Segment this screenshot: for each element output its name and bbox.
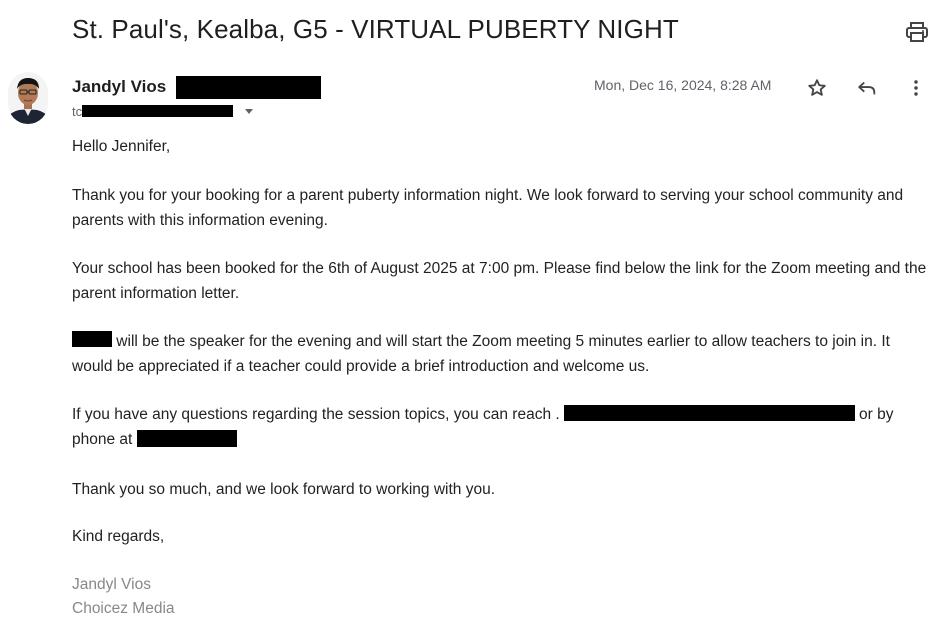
redacted-recipient xyxy=(82,105,234,117)
recipient-row: tc xyxy=(72,102,255,120)
paragraph-closing-thanks: Thank you so much, and we look forward t… xyxy=(72,481,496,498)
redacted-contact-email xyxy=(563,405,855,421)
star-button[interactable] xyxy=(803,74,831,102)
sender-avatar[interactable] xyxy=(8,72,48,124)
paragraph-booking-thanks: Thank you for your booking for a parent … xyxy=(72,187,904,229)
signature: Jandyl Vios Choicez Media xyxy=(72,573,175,621)
reply-button[interactable] xyxy=(853,74,881,102)
signature-company: Choicez Media xyxy=(72,600,175,617)
star-icon xyxy=(808,79,826,96)
caret-down-icon xyxy=(245,109,254,114)
paragraph-contact-start: If you have any questions regarding the … xyxy=(72,406,560,423)
paragraph-speaker-text: will be the speaker for the evening and … xyxy=(72,333,890,375)
more-vert-icon xyxy=(914,80,918,96)
more-options-button[interactable] xyxy=(902,74,930,102)
reply-icon xyxy=(858,81,876,95)
email-date: Mon, Dec 16, 2024, 8:28 AM xyxy=(594,77,772,93)
paragraph-speaker: will be the speaker for the evening and … xyxy=(72,329,934,379)
recipient-details-toggle[interactable] xyxy=(243,105,255,117)
signature-name: Jandyl Vios xyxy=(72,576,151,593)
redacted-phone-number xyxy=(136,430,237,447)
paragraph-contact: If you have any questions regarding the … xyxy=(72,402,934,452)
avatar-photo xyxy=(8,72,48,124)
redacted-speaker-name xyxy=(72,331,112,347)
recipient-prefix: tc xyxy=(72,103,83,119)
paragraph-booking-details: Your school has been booked for the 6th … xyxy=(72,260,927,302)
print-button[interactable] xyxy=(904,20,930,44)
sender-name[interactable]: Jandyl Vios xyxy=(72,77,166,97)
greeting: Hello Jennifer, xyxy=(72,138,171,155)
print-icon xyxy=(906,22,928,42)
redacted-sender-email xyxy=(176,75,322,99)
closing-line: Kind regards, xyxy=(72,528,165,545)
email-subject: St. Paul's, Kealba, G5 - VIRTUAL PUBERTY… xyxy=(72,14,679,44)
sender-row: Jandyl Vios xyxy=(72,75,322,99)
